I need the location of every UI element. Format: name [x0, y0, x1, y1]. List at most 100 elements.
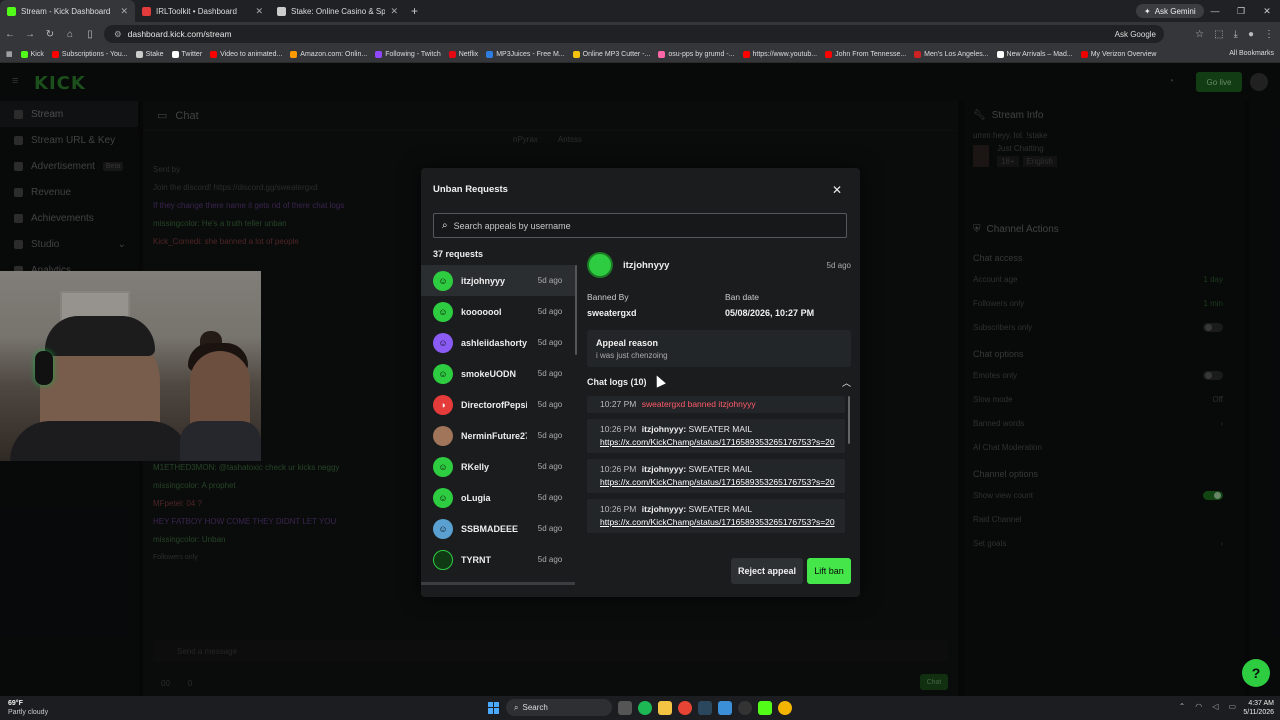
bookmark-item[interactable]: New Arrivals – Mad... [996, 50, 1073, 58]
bookmark-item[interactable]: Men's Los Angeles... [914, 50, 989, 58]
site-info-icon[interactable]: ⚙ [114, 29, 122, 40]
log-user: itzjohnyyy: [641, 504, 687, 514]
forward-icon[interactable]: → [20, 29, 40, 40]
apps-grid-icon[interactable]: ▦ [6, 50, 13, 58]
download-icon[interactable]: ⤓ [1234, 29, 1238, 40]
close-tab-icon[interactable]: ✕ [255, 6, 263, 17]
browser-tab-stake[interactable]: Stake: Online Casino & Sports ✕ [270, 0, 405, 22]
browser-tab-irltoolkit[interactable]: IRLToolkit • Dashboard ✕ [135, 0, 270, 22]
bookmark-label: Kick [30, 50, 44, 58]
file-explorer-icon[interactable] [658, 700, 672, 715]
extensions-icon[interactable]: ⬚ [1214, 29, 1223, 40]
request-row[interactable]: NerminFuture27 5d ago [421, 420, 575, 451]
request-row[interactable]: ☺ SSBMADEEE 5d ago [421, 513, 575, 544]
ask-google-button[interactable]: Ask Google [1115, 30, 1156, 39]
request-row[interactable]: TYRNT 5d ago [421, 544, 575, 575]
ask-gemini-button[interactable]: ✦ Ask Gemini [1136, 4, 1204, 18]
url-text: dashboard.kick.com/stream [127, 29, 232, 39]
steam-icon[interactable] [698, 700, 712, 715]
chrome-icon[interactable] [678, 700, 692, 715]
taskbar-search[interactable]: ⌕ Search [506, 699, 612, 716]
request-list-hscrollbar[interactable] [421, 582, 575, 585]
log-text: SWEATER MAIL [688, 504, 753, 514]
bookmark-item[interactable]: Online MP3 Cutter -... [572, 50, 650, 58]
sidepanel-icon[interactable]: ▯ [80, 29, 100, 40]
bookmark-item[interactable]: My Verizon Overview [1080, 50, 1156, 58]
request-row[interactable]: ◑ DirectorofPepsi578 5d ago [421, 389, 575, 420]
bookmark-star-icon[interactable]: ☆ [1195, 29, 1204, 40]
reject-appeal-button[interactable]: Reject appeal [731, 558, 803, 584]
chrome-active-icon[interactable] [778, 700, 792, 715]
chat-logs-toggle[interactable]: Chat logs (10) ︿ [587, 374, 851, 390]
bookmark-item[interactable]: osu-pps by grumd -... [658, 50, 735, 58]
chat-logs-scrollbar[interactable] [848, 396, 851, 548]
request-row[interactable]: ☺ kooooool 5d ago [421, 296, 575, 327]
home-icon[interactable]: ⌂ [60, 29, 80, 40]
windows-start-icon[interactable] [488, 701, 500, 714]
avatar: ☺ [433, 363, 453, 384]
banned-by-label: Banned By [587, 292, 629, 302]
log-link[interactable]: https://x.com/KickChamp/status/171658935… [600, 477, 835, 487]
back-icon[interactable]: ← [0, 29, 20, 40]
kick-app-icon[interactable] [758, 700, 772, 715]
browser-tab-kick[interactable]: Stream - Kick Dashboard ✕ [0, 0, 135, 22]
bookmark-favicon-icon [51, 50, 59, 58]
request-count: 37 requests [433, 249, 484, 259]
wifi-icon[interactable]: ◠ [1195, 702, 1202, 711]
close-tab-icon[interactable]: ✕ [390, 6, 398, 17]
bookmark-item[interactable]: Kick [20, 50, 44, 58]
support-chat-button[interactable]: ? [1242, 659, 1270, 687]
bookmark-item[interactable]: Netflix [448, 50, 479, 58]
spotify-icon[interactable] [638, 700, 652, 715]
close-tab-icon[interactable]: ✕ [120, 6, 128, 17]
url-field[interactable]: ⚙ dashboard.kick.com/stream Ask Google [104, 25, 1164, 43]
close-window-icon[interactable]: ✕ [1254, 0, 1280, 22]
sparkle-icon: ✦ [1144, 6, 1151, 16]
obs-icon[interactable] [738, 700, 752, 715]
battery-icon[interactable]: ▭ [1228, 702, 1236, 711]
bookmark-item[interactable]: Amazon.com: Onlin... [290, 50, 368, 58]
volume-icon[interactable]: ◁ [1212, 702, 1218, 711]
bookmark-item[interactable]: MP3Juices - Free M... [486, 50, 565, 58]
log-time: 10:26 PM [600, 504, 637, 514]
bookmark-item[interactable]: John From Tennesse... [825, 50, 906, 58]
log-link[interactable]: https://x.com/KickChamp/status/171658935… [600, 517, 835, 527]
new-tab-button[interactable]: + [411, 4, 418, 18]
bookmark-item[interactable]: Stake [135, 50, 164, 58]
request-row[interactable]: ☺ RKelly 5d ago [421, 451, 575, 482]
bookmark-label: Amazon.com: Onlin... [300, 50, 368, 58]
log-time: 10:27 PM [600, 399, 637, 409]
bookmark-label: Netflix [458, 50, 479, 58]
bookmark-item[interactable]: Video to animated... [210, 50, 282, 58]
tray-chevron-icon[interactable]: ⌃ [1179, 702, 1186, 711]
close-icon[interactable]: ✕ [832, 183, 842, 197]
log-time: 10:26 PM [600, 464, 637, 474]
request-row[interactable]: ☺ oLugia 5d ago [421, 482, 575, 513]
bookmark-item[interactable]: Following - Twitch [375, 50, 441, 58]
log-link[interactable]: https://x.com/KickChamp/status/171658935… [600, 437, 835, 447]
request-date: 5d ago [537, 275, 563, 285]
request-row[interactable]: ☺ smokeUODN 5d ago [421, 358, 575, 389]
menu-icon[interactable]: ⋮ [1264, 29, 1274, 40]
weather-widget[interactable]: 69°F Partly cloudy [8, 699, 48, 717]
taskview-icon[interactable] [618, 700, 632, 715]
bookmark-item[interactable]: Twitter [171, 50, 202, 58]
bookmark-item[interactable]: https://www.youtub... [742, 50, 817, 58]
request-list-scrollbar[interactable] [575, 265, 578, 585]
photos-icon[interactable] [718, 700, 732, 715]
reload-icon[interactable]: ↻ [40, 29, 60, 40]
modal-title: Unban Requests [433, 184, 508, 195]
bookmark-item[interactable]: Subscriptions - You... [51, 50, 128, 58]
minimize-icon[interactable]: — [1202, 0, 1228, 22]
appeal-search-input[interactable] [453, 220, 834, 231]
taskbar-clock[interactable]: 4:37 AM 5/11/2026 [1243, 699, 1274, 717]
clock-date: 5/11/2026 [1243, 709, 1274, 716]
request-row[interactable]: ☺ ashleiidashorty 5d ago [421, 327, 575, 358]
maximize-icon[interactable]: ❐ [1228, 0, 1254, 22]
lift-ban-button[interactable]: Lift ban [807, 558, 851, 584]
all-bookmarks-button[interactable]: All Bookmarks [1229, 50, 1274, 57]
profile-icon[interactable]: ● [1248, 29, 1254, 40]
request-row[interactable]: ☺ itzjohnyyy 5d ago [421, 265, 575, 296]
avatar: ☺ [433, 487, 453, 508]
appeal-search-box: ⌕ [433, 213, 847, 238]
